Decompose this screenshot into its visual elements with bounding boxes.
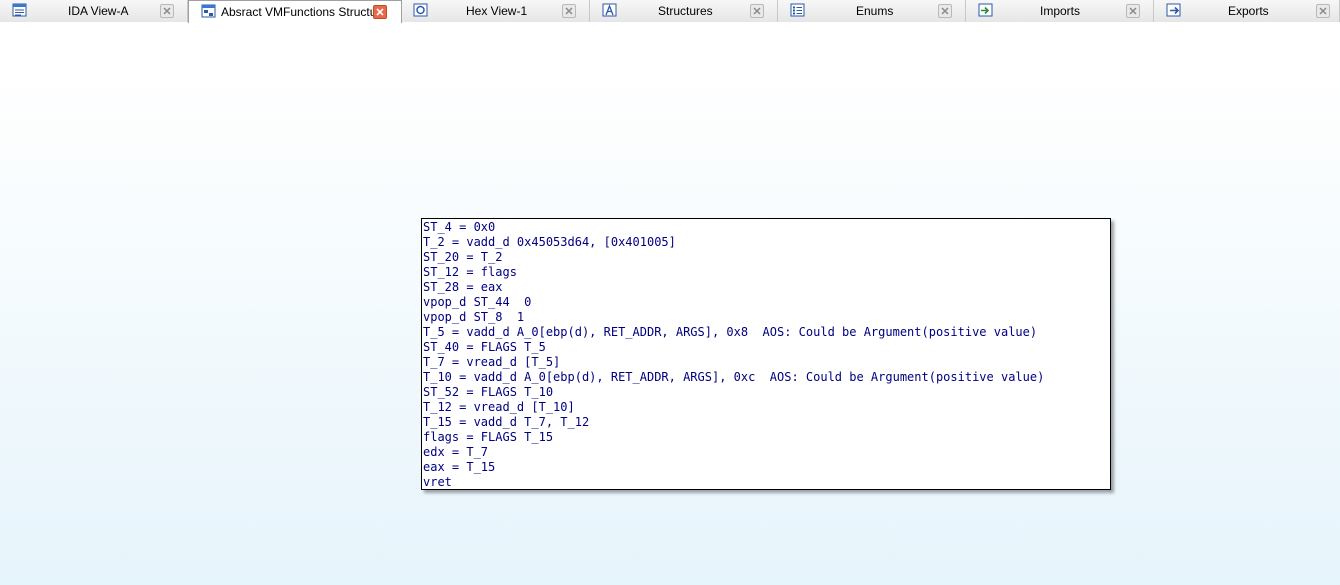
- close-icon[interactable]: [373, 5, 387, 19]
- code-line[interactable]: ST_4 = 0x0: [422, 220, 1110, 235]
- code-line[interactable]: ST_52 = FLAGS T_10: [422, 385, 1110, 400]
- tab-bar: IDA View-A Absract VMFunctions Structure…: [0, 0, 1340, 23]
- code-line[interactable]: T_12 = vread_d [T_10]: [422, 400, 1110, 415]
- close-icon[interactable]: [562, 4, 576, 18]
- tab-exports[interactable]: Exports: [1154, 0, 1340, 22]
- code-line[interactable]: ST_20 = T_2: [422, 250, 1110, 265]
- close-icon[interactable]: [750, 4, 764, 18]
- code-line[interactable]: T_5 = vadd_d A_0[ebp(d), RET_ADDR, ARGS]…: [422, 325, 1110, 340]
- code-line[interactable]: edx = T_7: [422, 445, 1110, 460]
- tab-absract-vmfunctions-structure[interactable]: Absract VMFunctions Structure: [188, 0, 402, 23]
- code-line[interactable]: vpop_d ST_44 0: [422, 295, 1110, 310]
- code-line[interactable]: vret: [422, 475, 1110, 490]
- tab-structures[interactable]: Structures: [590, 0, 778, 22]
- close-icon[interactable]: [1126, 4, 1140, 18]
- tab-ida-view-a[interactable]: IDA View-A: [0, 0, 188, 22]
- tab-label: Exports: [1228, 4, 1269, 18]
- graph-view-icon: [201, 4, 217, 19]
- close-icon[interactable]: [160, 4, 174, 18]
- code-line[interactable]: ST_28 = eax: [422, 280, 1110, 295]
- code-line[interactable]: vpop_d ST_8 1: [422, 310, 1110, 325]
- graph-node[interactable]: ST_4 = 0x0 T_2 = vadd_d 0x45053d64, [0x4…: [421, 218, 1111, 490]
- structures-icon: [602, 3, 618, 18]
- enums-icon: [790, 3, 806, 18]
- code-line[interactable]: flags = FLAGS T_15: [422, 430, 1110, 445]
- tab-label: Absract VMFunctions Structure: [221, 5, 388, 19]
- tab-label: Hex View-1: [466, 4, 528, 18]
- exports-icon: [1166, 3, 1182, 18]
- code-line[interactable]: T_7 = vread_d [T_5]: [422, 355, 1110, 370]
- code-line[interactable]: T_2 = vadd_d 0x45053d64, [0x401005]: [422, 235, 1110, 250]
- code-line[interactable]: ST_40 = FLAGS T_5: [422, 340, 1110, 355]
- ida-view-icon: [12, 3, 28, 18]
- close-icon[interactable]: [1316, 4, 1330, 18]
- imports-icon: [978, 3, 994, 18]
- tab-enums[interactable]: Enums: [778, 0, 966, 22]
- tab-label: IDA View-A: [68, 4, 129, 18]
- tab-hex-view-1[interactable]: Hex View-1: [402, 0, 590, 22]
- code-line[interactable]: eax = T_15: [422, 460, 1110, 475]
- tab-label: Enums: [856, 4, 894, 18]
- hex-view-icon: [413, 3, 429, 18]
- close-icon[interactable]: [938, 4, 952, 18]
- tab-label: Structures: [658, 4, 713, 18]
- code-line[interactable]: T_10 = vadd_d A_0[ebp(d), RET_ADDR, ARGS…: [422, 370, 1110, 385]
- code-line[interactable]: ST_12 = flags: [422, 265, 1110, 280]
- tab-label: Imports: [1040, 4, 1081, 18]
- tab-imports[interactable]: Imports: [966, 0, 1154, 22]
- code-line[interactable]: T_15 = vadd_d T_7, T_12: [422, 415, 1110, 430]
